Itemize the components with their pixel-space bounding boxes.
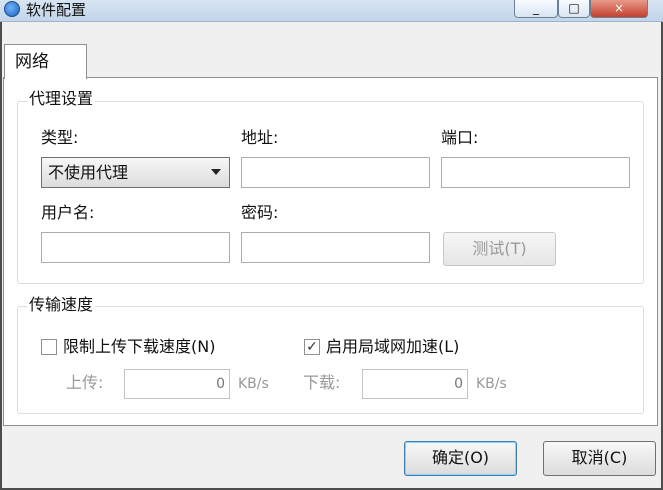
transfer-speed-group <box>17 306 644 414</box>
password-label: 密码: <box>241 203 279 222</box>
download-unit: KB/s <box>476 376 507 392</box>
lan-accel-label[interactable]: 启用局域网加速(L) <box>326 337 459 357</box>
address-label: 地址: <box>241 128 279 147</box>
test-button[interactable]: 测试(T) <box>443 232 556 266</box>
proxy-type-select[interactable]: 不使用代理 <box>41 157 230 188</box>
proxy-type-label: 类型: <box>41 128 79 147</box>
chevron-down-icon <box>211 169 221 175</box>
username-label: 用户名: <box>41 203 95 222</box>
minimize-button[interactable]: _ <box>514 0 558 18</box>
proxy-settings-title: 代理设置 <box>27 89 96 108</box>
window-title: 软件配置 <box>26 1 87 19</box>
download-label: 下载: <box>303 373 341 392</box>
password-input[interactable] <box>241 232 430 263</box>
app-icon <box>4 1 20 17</box>
upload-unit: KB/s <box>238 376 269 392</box>
username-input[interactable] <box>41 232 230 263</box>
ok-button[interactable]: 确定(O) <box>404 441 517 476</box>
transfer-speed-title: 传输速度 <box>27 295 96 314</box>
upload-input[interactable]: 0 <box>124 369 230 399</box>
upload-label: 上传: <box>66 373 104 392</box>
limit-speed-label[interactable]: 限制上传下载速度(N) <box>63 337 215 357</box>
cancel-button[interactable]: 取消(C) <box>543 441 656 476</box>
port-input[interactable] <box>441 157 630 188</box>
proxy-type-value: 不使用代理 <box>48 163 129 182</box>
lan-accel-checkbox[interactable]: ✓ <box>304 339 320 355</box>
tab-network[interactable]: 网络 <box>4 44 87 79</box>
download-input[interactable]: 0 <box>362 369 468 399</box>
address-input[interactable] <box>241 157 430 188</box>
port-label: 端口: <box>441 128 479 147</box>
close-button[interactable]: × <box>590 0 648 18</box>
title-bar[interactable]: 软件配置 _ □ × <box>0 0 663 22</box>
checkmark-icon: ✓ <box>306 339 318 355</box>
maximize-button[interactable]: □ <box>558 0 590 18</box>
limit-speed-checkbox[interactable] <box>41 339 57 355</box>
